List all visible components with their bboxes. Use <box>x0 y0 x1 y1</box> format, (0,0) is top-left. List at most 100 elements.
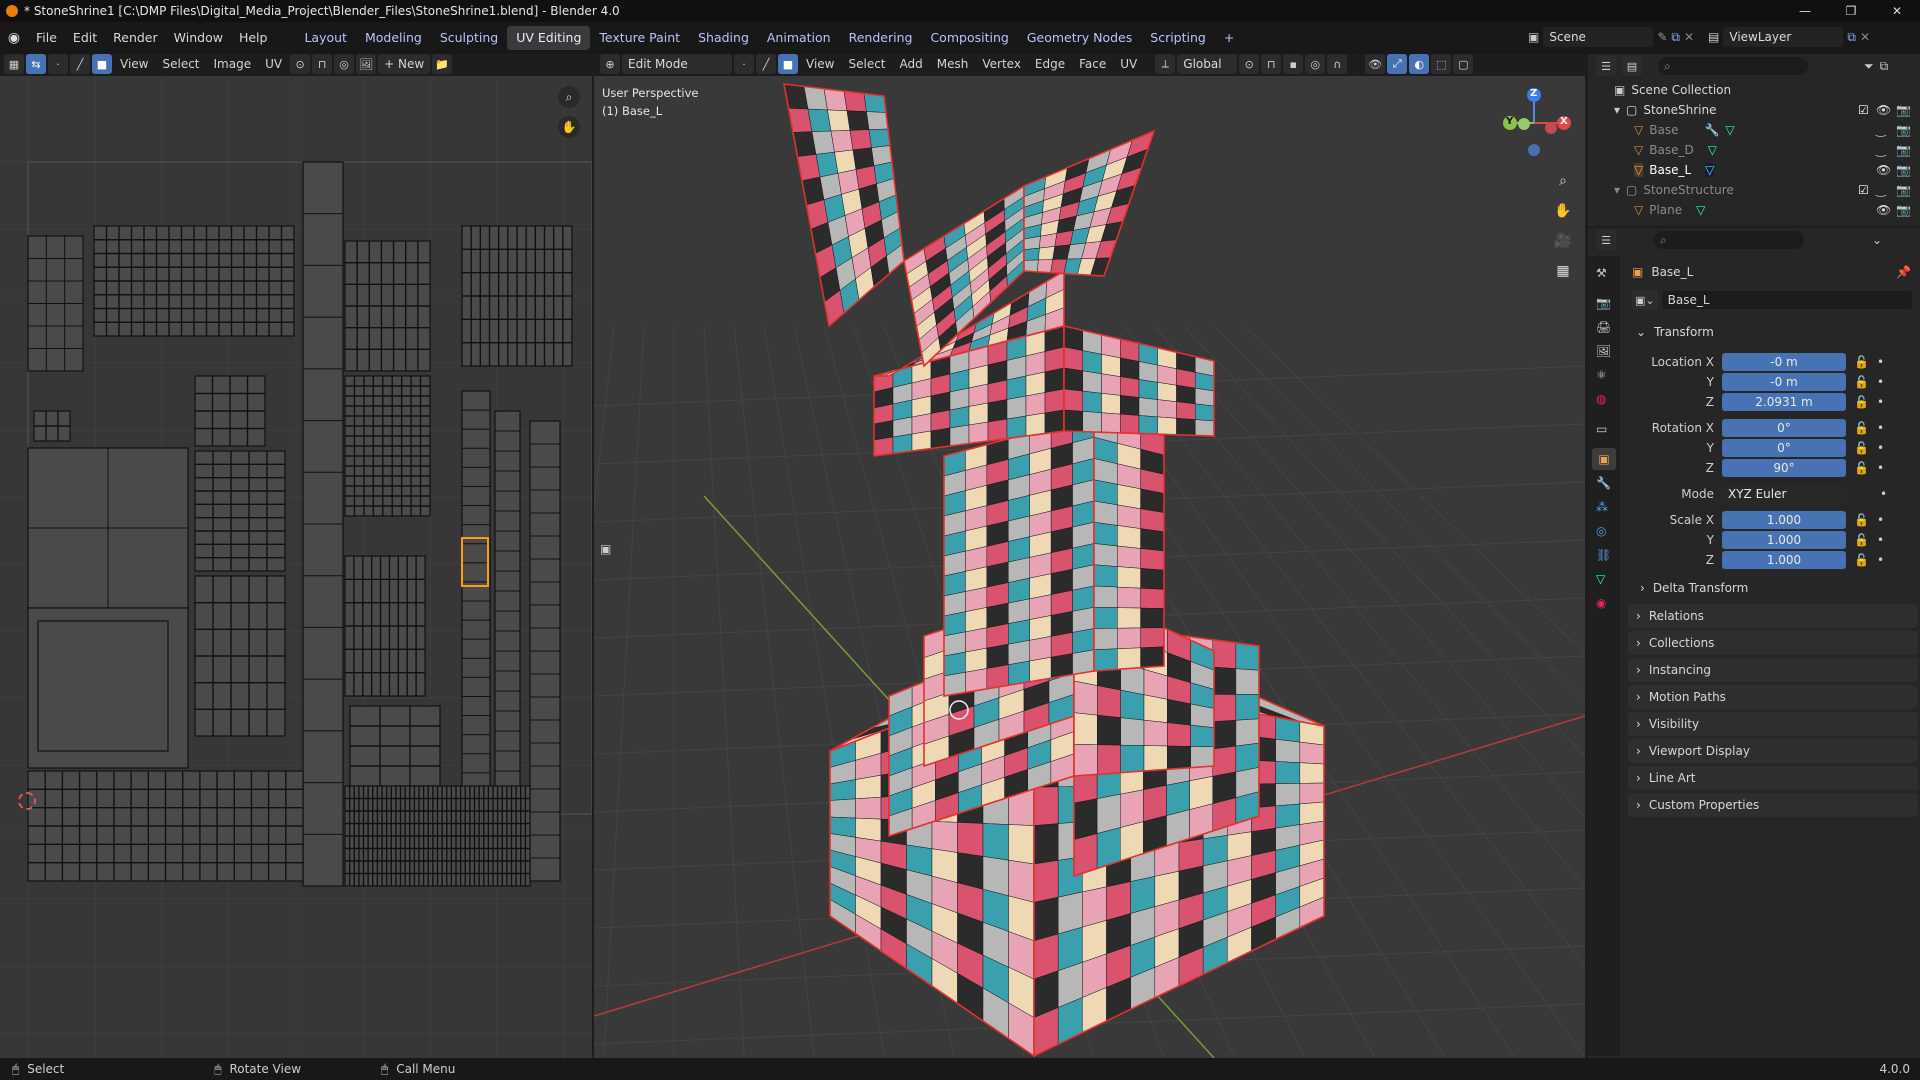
rotation-y-field[interactable]: 0° <box>1722 439 1846 457</box>
zoom-icon[interactable]: ⌕ <box>1552 170 1574 192</box>
maximize-button[interactable]: ❐ <box>1828 0 1874 22</box>
lock-icon[interactable]: 🔓 <box>1854 421 1869 435</box>
mesh-overlay-icon[interactable]: ⬚ <box>1431 54 1452 74</box>
panel-motion-paths[interactable]: › Motion Paths <box>1628 685 1918 709</box>
vp-menu-uv[interactable]: UV <box>1114 54 1143 74</box>
keyframe-dot-icon[interactable]: • <box>1877 375 1884 389</box>
checkbox-icon[interactable]: ☑ <box>1858 103 1869 117</box>
new-collection-icon[interactable]: ⧉ <box>1880 59 1889 74</box>
edge-select-icon[interactable]: ╱ <box>70 54 90 74</box>
gizmo-toggle-icon[interactable]: ⤢ <box>1387 54 1408 74</box>
render-camera-icon[interactable]: 📷 <box>1896 203 1911 217</box>
new-view-layer-icon[interactable]: ⧉ <box>1847 30 1856 45</box>
outliner-editor-type-icon[interactable]: ☰ <box>1596 56 1616 76</box>
menu-edit[interactable]: Edit <box>65 22 105 54</box>
panel-line-art[interactable]: › Line Art <box>1628 766 1918 790</box>
rotation-z-field[interactable]: 90° <box>1722 459 1846 477</box>
snap-toggle-icon[interactable]: ⊓ <box>1261 54 1282 74</box>
proportional-edit-icon[interactable]: ◎ <box>334 54 355 74</box>
world-tab-icon[interactable]: ◍ <box>1596 392 1606 406</box>
object-name-label[interactable]: Base_L <box>1651 265 1693 279</box>
lock-icon[interactable]: 🔓 <box>1854 375 1869 389</box>
transform-panel-header[interactable]: ⌄ Transform <box>1628 320 1918 344</box>
filter-icon[interactable]: ⏷ <box>1864 59 1874 74</box>
object-browse-icon[interactable]: ▣⌄ <box>1632 290 1658 310</box>
vp-menu-edge[interactable]: Edge <box>1029 54 1071 74</box>
transform-orientation-selector[interactable]: Global <box>1177 54 1238 74</box>
outliner-scene-collection[interactable]: ▣ Scene Collection <box>1588 80 1920 100</box>
uv-menu-uv[interactable]: UV <box>259 54 288 74</box>
tab-sculpting[interactable]: Sculpting <box>431 26 507 50</box>
hidden-eye-icon[interactable]: ‿ <box>1876 123 1886 137</box>
edge-mode-icon[interactable]: ╱ <box>756 54 776 74</box>
outliner-row-stonestructure[interactable]: ▾ ▢ StoneStructure ☑ ‿ 📷 <box>1588 180 1920 200</box>
checkbox-icon[interactable]: ☑ <box>1858 183 1869 197</box>
vertex-mode-icon[interactable]: · <box>734 54 754 74</box>
menu-help[interactable]: Help <box>231 22 276 54</box>
hand-pan-icon[interactable]: ✋ <box>1552 200 1574 222</box>
face-select-icon[interactable]: ■ <box>92 54 112 74</box>
scene-icon[interactable]: ▣ <box>1528 30 1539 44</box>
constraints-tab-icon[interactable]: ⛓ <box>1596 548 1611 562</box>
snap-target-icon[interactable]: ▪ <box>1283 54 1304 74</box>
overlay-toggle-icon[interactable]: ◐ <box>1409 54 1430 74</box>
expand-arrow-icon[interactable]: ▾ <box>1614 103 1626 117</box>
render-camera-icon[interactable]: 📷 <box>1896 143 1911 157</box>
tab-uv-editing[interactable]: UV Editing <box>507 26 591 50</box>
falloff-icon[interactable]: ∩ <box>1327 54 1348 74</box>
vertex-select-icon[interactable]: · <box>48 54 68 74</box>
snap-icon[interactable]: ⊓ <box>312 54 333 74</box>
keyframe-dot-icon[interactable]: • <box>1877 533 1884 547</box>
keyframe-dot-icon[interactable]: • <box>1877 461 1884 475</box>
material-tab-icon[interactable]: ◉ <box>1596 596 1606 610</box>
pivot-icon[interactable]: ⊙ <box>290 54 311 74</box>
rotation-mode-dropdown[interactable]: XYZ Euler <box>1722 485 1846 503</box>
tab-modeling[interactable]: Modeling <box>356 26 431 50</box>
eye-icon[interactable]: 👁 <box>1876 163 1891 177</box>
orientation-icon[interactable]: ⟂ <box>1155 54 1176 74</box>
toolbar-toggle-icon[interactable]: ▣ <box>600 542 616 558</box>
menu-file[interactable]: File <box>28 22 65 54</box>
render-tab-icon[interactable]: 📷 <box>1596 296 1611 310</box>
lock-icon[interactable]: 🔓 <box>1854 513 1869 527</box>
scale-x-field[interactable]: 1.000 <box>1722 511 1846 529</box>
location-y-field[interactable]: -0 m <box>1722 373 1846 391</box>
shrine-model[interactable] <box>783 83 1325 1058</box>
pan-view-icon[interactable]: ✋ <box>558 116 580 138</box>
outliner-row-stoneshrine[interactable]: ▾ ▢ StoneShrine ☑ 👁 📷 <box>1588 100 1920 120</box>
outliner-row-base[interactable]: ▽ Base 🔧 ▽ ‿ 📷 <box>1588 120 1920 140</box>
expand-arrow-icon[interactable]: ▾ <box>1614 183 1626 197</box>
uv-menu-view[interactable]: View <box>114 54 154 74</box>
scene-tab-icon[interactable]: ⚛ <box>1596 368 1607 382</box>
vp-menu-select[interactable]: Select <box>842 54 891 74</box>
render-camera-icon[interactable]: 📷 <box>1896 103 1911 117</box>
outliner-row-base-l[interactable]: ▽ Base_L ▽ 👁 📷 <box>1588 160 1920 180</box>
xray-toggle-icon[interactable]: ▢ <box>1453 54 1474 74</box>
keyframe-dot-icon[interactable]: • <box>1877 513 1884 527</box>
data-tab-icon[interactable]: ▽ <box>1596 572 1605 586</box>
outliner-row-base-d[interactable]: ▽ Base_D ▽ ‿ 📷 <box>1588 140 1920 160</box>
eye-icon[interactable]: 👁 <box>1876 103 1891 117</box>
menu-render[interactable]: Render <box>105 22 166 54</box>
close-button[interactable]: ✕ <box>1874 0 1920 22</box>
camera-view-icon[interactable]: 🎥 <box>1552 230 1574 252</box>
panel-collections[interactable]: › Collections <box>1628 631 1918 655</box>
delete-scene-icon[interactable]: ✕ <box>1684 30 1694 44</box>
render-camera-icon[interactable]: 📷 <box>1896 183 1911 197</box>
keyframe-dot-icon[interactable]: • <box>1877 421 1884 435</box>
tool-tab-icon[interactable]: ⚒ <box>1596 266 1607 280</box>
hidden-eye-icon[interactable]: ‿ <box>1876 183 1886 197</box>
lock-icon[interactable]: 🔓 <box>1854 355 1869 369</box>
zoom-view-icon[interactable]: ⌕ <box>558 86 580 108</box>
new-scene-icon[interactable]: ⧉ <box>1671 30 1680 45</box>
visibility-selector-icon[interactable]: 👁 <box>1365 54 1386 74</box>
collection-tab-icon[interactable]: ▭ <box>1596 422 1607 436</box>
3d-viewport[interactable]: User Perspective (1) Base_L Z Y X ⌕ ✋ 🎥 … <box>594 76 1585 1058</box>
editor-type-icon[interactable]: ▦ <box>4 54 24 74</box>
lock-icon[interactable]: 🔓 <box>1854 533 1869 547</box>
panel-viewport-display[interactable]: › Viewport Display <box>1628 739 1918 763</box>
properties-editor-type-icon[interactable]: ☰ <box>1596 230 1616 250</box>
vp-menu-face[interactable]: Face <box>1073 54 1112 74</box>
view-layer-tab-icon[interactable]: 🖼 <box>1596 344 1611 358</box>
vp-menu-view[interactable]: View <box>800 54 840 74</box>
